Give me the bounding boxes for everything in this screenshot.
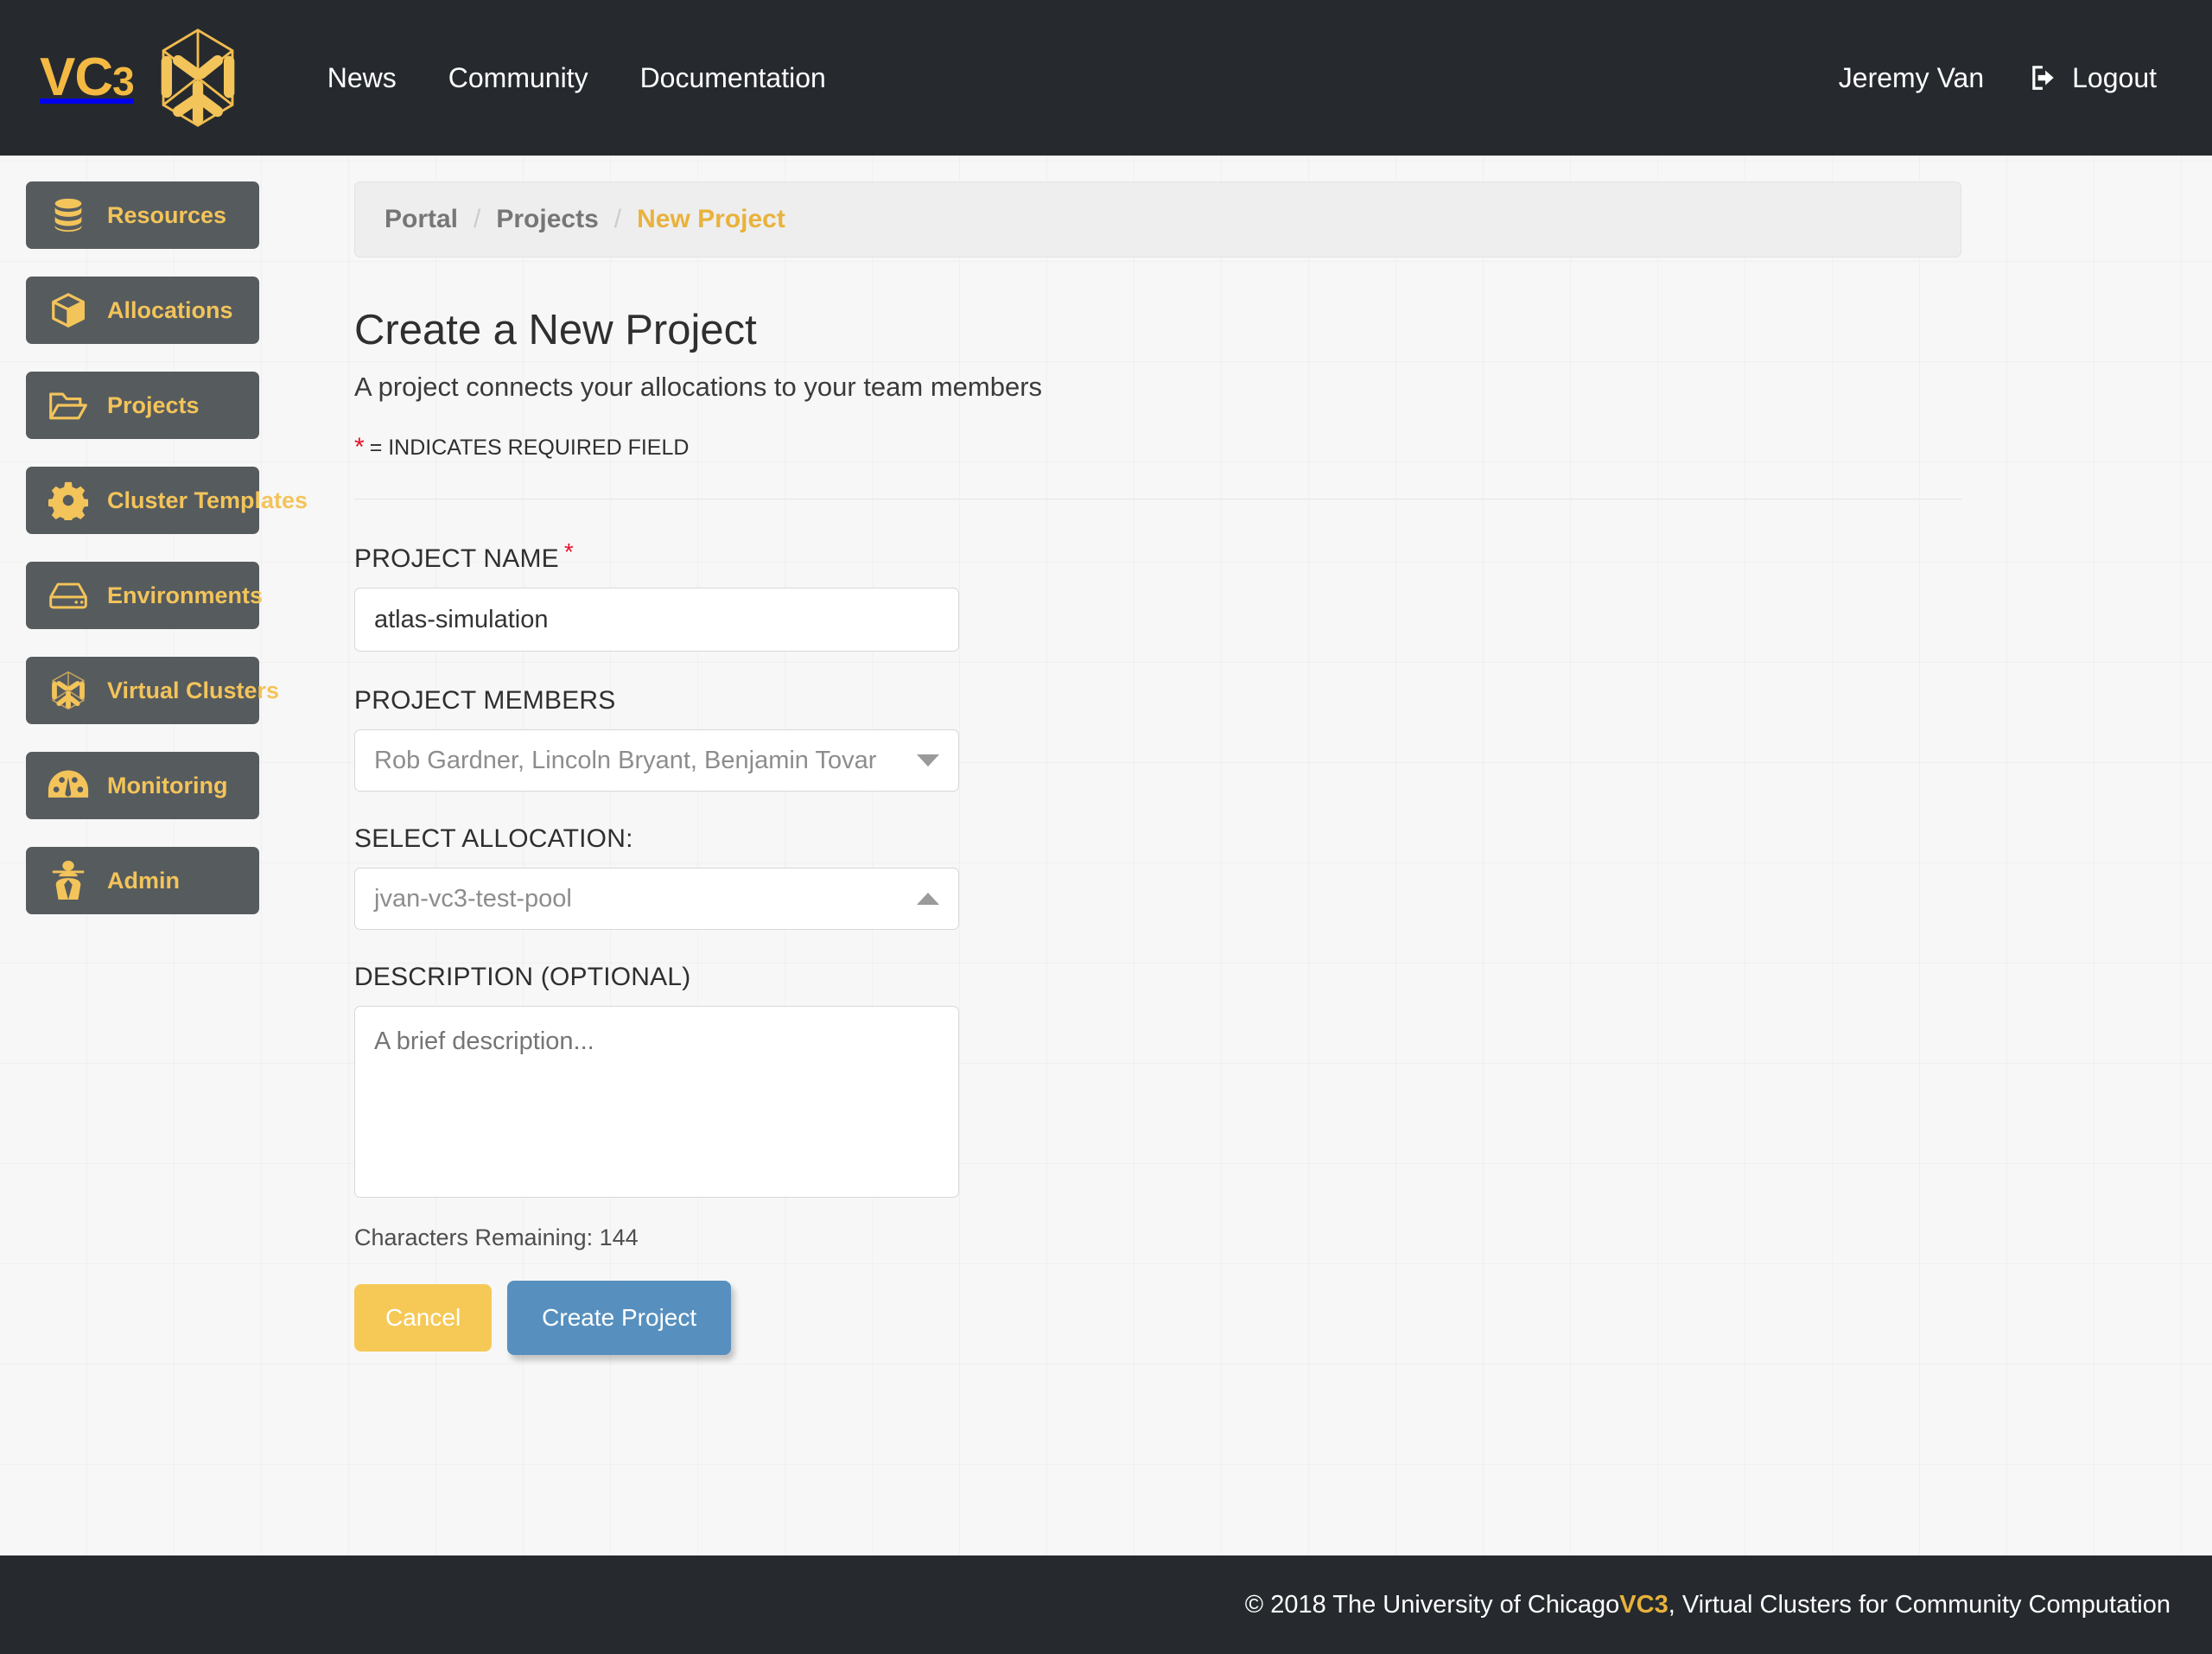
select-allocation-label-text: SELECT ALLOCATION: <box>354 824 633 853</box>
logout-button[interactable]: Logout <box>2010 47 2176 110</box>
nav-link-community[interactable]: Community <box>423 47 614 110</box>
breadcrumb-separator: / <box>613 205 622 233</box>
sidebar-item-cluster-templates[interactable]: Cluster Templates <box>26 467 308 534</box>
page-title: Create a New Project <box>354 307 757 353</box>
form-actions: Cancel Create Project <box>354 1281 2212 1355</box>
sidebar-item-label: Projects <box>107 391 200 418</box>
current-user-name[interactable]: Jeremy Van <box>1813 47 2010 110</box>
app-root: VC3 News Community Documentation Jeremy … <box>0 0 2212 1654</box>
breadcrumb-separator: / <box>474 205 481 233</box>
cancel-button[interactable]: Cancel <box>354 1284 493 1352</box>
sidebar-item-label: Allocations <box>107 296 233 323</box>
sidebar-item-monitoring[interactable]: Monitoring <box>26 752 259 819</box>
chevron-down-icon <box>917 754 939 767</box>
brand-wordmark-sub: 3 <box>112 59 135 104</box>
body-wrapper: Resources Allocations Projects Cluster T… <box>0 156 2212 1555</box>
sidebar-item-label: Environments <box>107 582 264 608</box>
hexagon-nodes-icon <box>45 669 92 712</box>
footer-copyright-suffix: , Virtual Clusters for Community Computa… <box>1668 1590 2171 1619</box>
breadcrumb: Portal / Projects / New Project <box>354 181 1961 258</box>
select-allocation-select[interactable]: jvan-vc3-test-pool <box>354 868 959 930</box>
project-name-input[interactable] <box>354 588 959 652</box>
create-project-button[interactable]: Create Project <box>507 1281 732 1355</box>
sidebar-item-admin[interactable]: Admin <box>26 847 259 914</box>
project-name-label-text: PROJECT NAME <box>354 544 559 573</box>
gear-icon <box>45 479 92 522</box>
sidebar: Resources Allocations Projects Cluster T… <box>0 156 308 1555</box>
sidebar-item-label: Resources <box>107 201 227 228</box>
description-label-text: DESCRIPTION (OPTIONAL) <box>354 963 691 991</box>
description-label: DESCRIPTION (OPTIONAL) <box>354 963 2212 992</box>
project-members-selected-value: Rob Gardner, Lincoln Bryant, Benjamin To… <box>374 746 877 774</box>
required-note-text: = INDICATES REQUIRED FIELD <box>369 436 690 460</box>
top-navbar: VC3 News Community Documentation Jeremy … <box>0 0 2212 156</box>
brand-wordmark-main: VC <box>40 48 113 107</box>
footer-copyright-prefix: © 2018 The University of Chicago <box>1244 1590 1620 1619</box>
project-members-label-text: PROJECT MEMBERS <box>354 686 616 715</box>
characters-remaining: Characters Remaining: 144 <box>354 1225 639 1250</box>
database-icon <box>45 194 92 237</box>
cube-icon <box>45 289 92 332</box>
nav-link-news[interactable]: News <box>302 47 423 110</box>
project-members-select[interactable]: Rob Gardner, Lincoln Bryant, Benjamin To… <box>354 729 959 792</box>
vc3-hexagon-logo-icon <box>156 27 239 129</box>
sign-out-icon <box>2029 63 2058 92</box>
required-asterisk: * <box>354 433 365 461</box>
required-field-note: * = INDICATES REQUIRED FIELD <box>354 433 2212 461</box>
server-icon <box>45 574 92 617</box>
brand-wordmark: VC3 <box>40 48 135 107</box>
nav-link-documentation[interactable]: Documentation <box>614 47 852 110</box>
sidebar-item-resources[interactable]: Resources <box>26 181 259 249</box>
user-secret-icon <box>45 859 92 902</box>
main-content: Portal / Projects / New Project Create a… <box>285 156 2212 1555</box>
sidebar-item-projects[interactable]: Projects <box>26 372 259 439</box>
gauge-icon <box>45 764 92 807</box>
nav-links: News Community Documentation <box>302 47 852 110</box>
page-footer: © 2018 The University of Chicago VC3, Vi… <box>0 1555 2212 1654</box>
new-project-form: PROJECT NAME * PROJECT MEMBERS Rob Gardn… <box>354 499 2212 1355</box>
sidebar-item-label: Virtual Clusters <box>107 677 280 703</box>
project-members-label: PROJECT MEMBERS <box>354 686 2212 716</box>
sidebar-item-label: Monitoring <box>107 772 228 798</box>
project-name-label: PROJECT NAME * <box>354 538 2212 574</box>
required-asterisk: * <box>563 538 574 565</box>
description-textarea[interactable] <box>354 1006 959 1198</box>
sidebar-item-label: Cluster Templates <box>107 487 308 513</box>
nav-right-group: Jeremy Van Logout <box>1813 47 2176 110</box>
footer-brand: VC3 <box>1619 1590 1669 1619</box>
brand-home-link[interactable]: VC3 <box>40 27 239 129</box>
sidebar-item-label: Admin <box>107 867 180 894</box>
select-allocation-label: SELECT ALLOCATION: <box>354 824 2212 854</box>
folder-open-icon <box>45 384 92 427</box>
chevron-up-icon <box>917 893 939 905</box>
select-allocation-selected-value: jvan-vc3-test-pool <box>374 884 572 913</box>
logout-label: Logout <box>2072 61 2157 93</box>
breadcrumb-item-new-project: New Project <box>637 205 785 233</box>
page-subtitle: A project connects your allocations to y… <box>354 372 1043 402</box>
sidebar-item-virtual-clusters[interactable]: Virtual Clusters <box>26 657 279 724</box>
breadcrumb-item-projects[interactable]: Projects <box>496 205 598 234</box>
sidebar-item-environments[interactable]: Environments <box>26 562 263 629</box>
breadcrumb-item-portal[interactable]: Portal <box>385 205 458 234</box>
sidebar-item-allocations[interactable]: Allocations <box>26 277 259 344</box>
